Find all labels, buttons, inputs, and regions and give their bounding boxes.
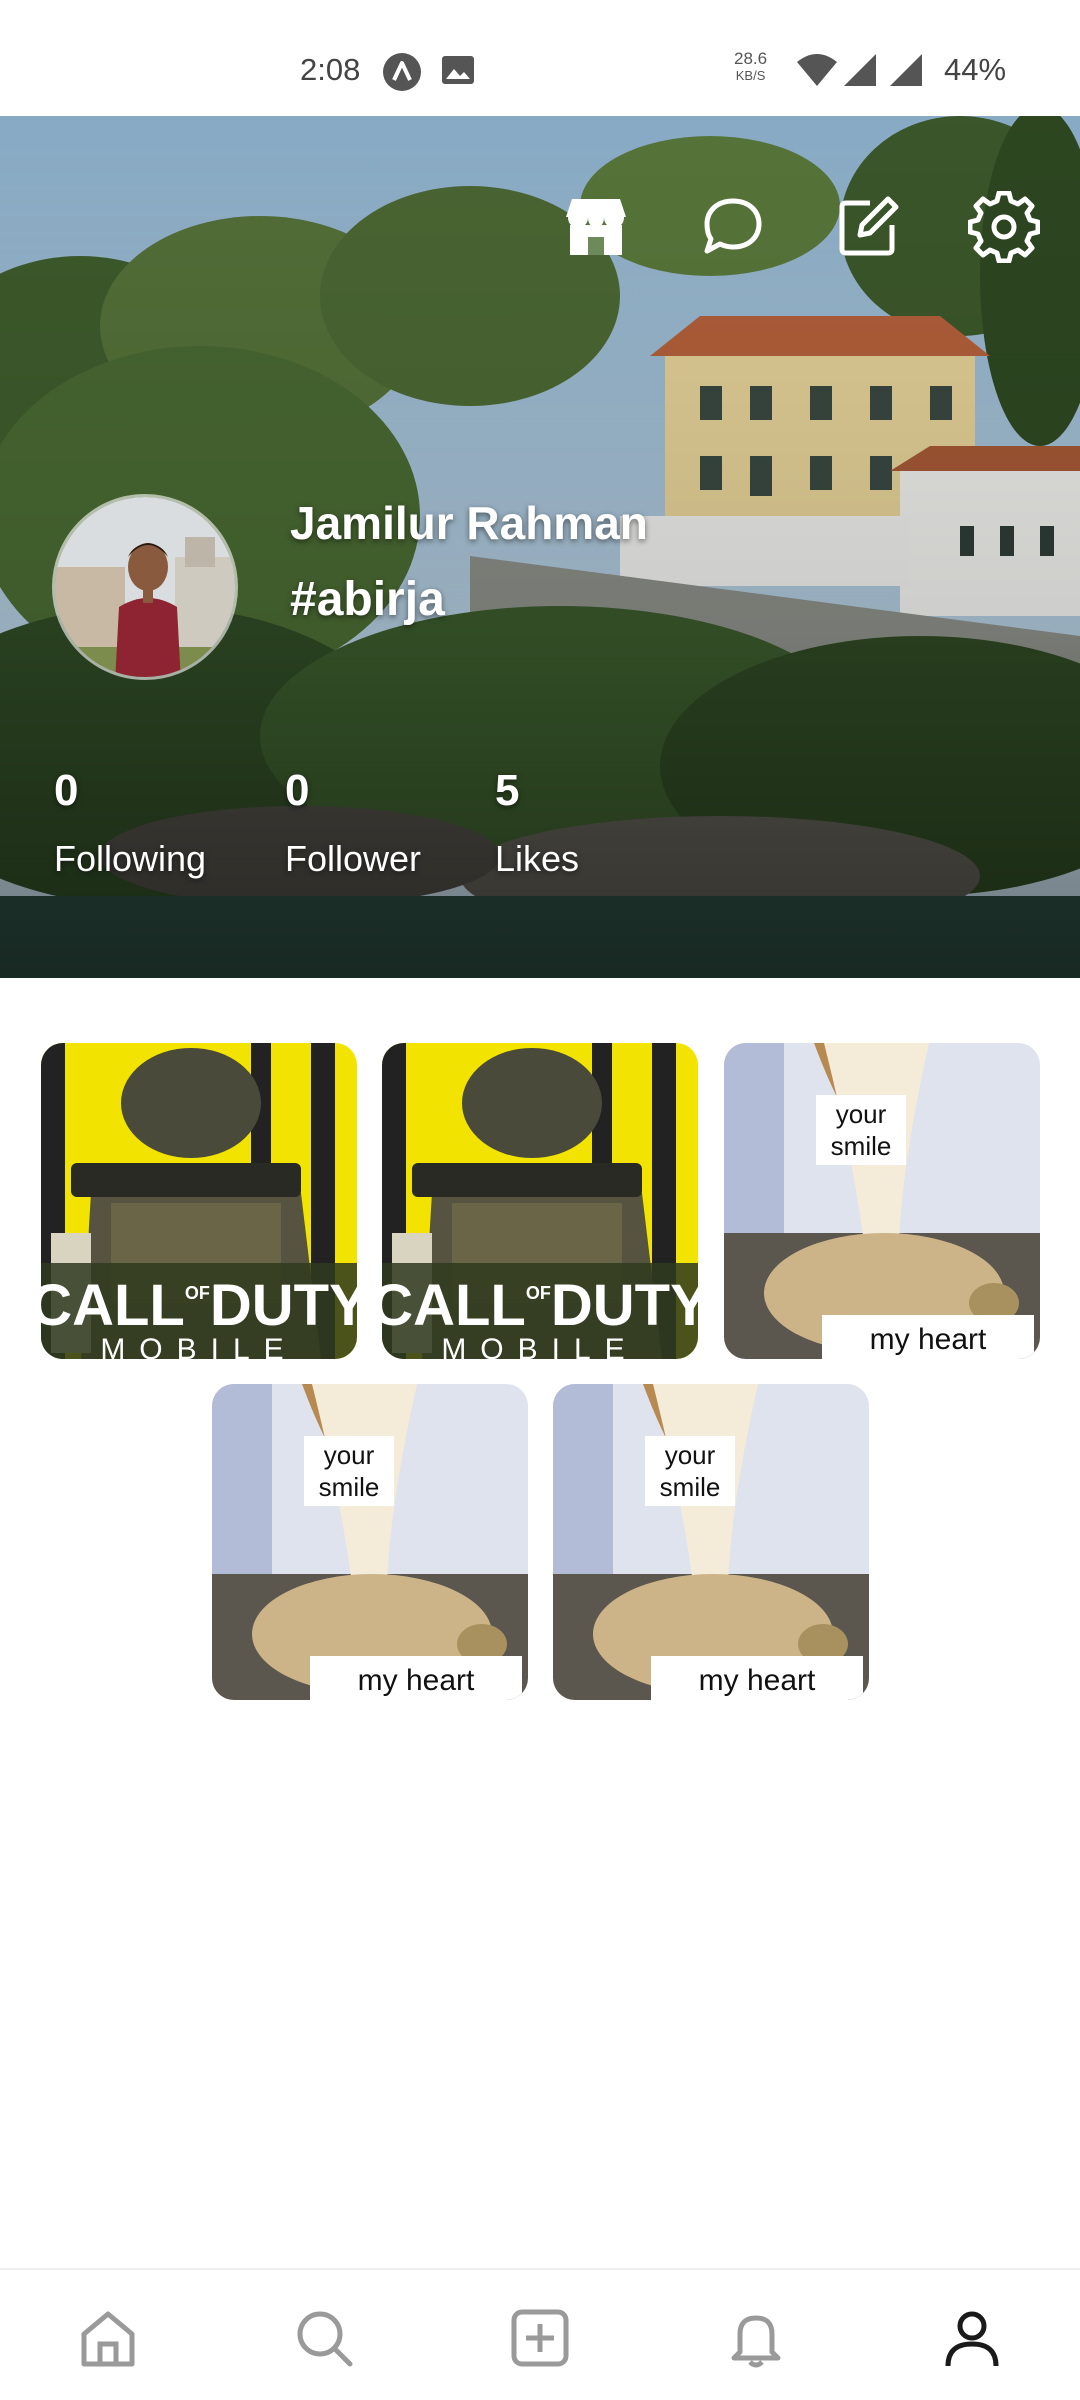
post-thumbnail[interactable]: CALLOFDUTY MOBILE xyxy=(41,1043,357,1359)
chat-icon[interactable] xyxy=(697,191,769,263)
profile-name: Jamilur Rahman xyxy=(290,497,648,549)
svg-text:smile: smile xyxy=(831,1131,892,1161)
call-of-duty-image: CALLOFDUTY MOBILE xyxy=(41,1043,357,1359)
profile-icon[interactable] xyxy=(940,2306,1004,2370)
call-of-duty-image: CALLOFDUTY MOBILE xyxy=(382,1043,698,1359)
status-time: 2:08 xyxy=(300,52,361,87)
post-subtitle: MOBILE xyxy=(100,1333,297,1359)
battery-percentage: 44% xyxy=(944,52,1007,87)
meme-image: your smile my heart xyxy=(553,1384,869,1700)
meme-top-text: your xyxy=(836,1099,887,1129)
stat-likes[interactable]: 5 Likes xyxy=(495,766,579,880)
likes-count: 5 xyxy=(495,766,520,815)
search-icon[interactable] xyxy=(292,2306,356,2370)
post-thumbnail[interactable]: your smile my heart xyxy=(553,1384,869,1700)
post-subtitle: MOBILE xyxy=(441,1333,638,1359)
meme-bottom-text: my heart xyxy=(358,1664,475,1697)
post-thumbnail[interactable]: CALLOFDUTY MOBILE xyxy=(382,1043,698,1359)
stat-following[interactable]: 0 Following xyxy=(54,766,206,880)
signal-icon xyxy=(842,52,878,93)
network-speed-unit: KB/S xyxy=(735,68,766,83)
avatar[interactable] xyxy=(52,494,238,680)
meme-bottom-text: my heart xyxy=(870,1323,987,1356)
likes-label: Likes xyxy=(495,838,580,879)
profile-header: Jamilur Rahman #abirja 0 Following 0 Fol… xyxy=(0,116,1080,978)
meme-image: your smile my heart xyxy=(212,1384,528,1700)
meme-bottom-text: my heart xyxy=(699,1664,816,1697)
edit-icon[interactable] xyxy=(832,191,904,263)
app-notification-icon xyxy=(382,52,422,97)
network-speed: 28.6 KB/S xyxy=(734,50,767,84)
bottom-navigation xyxy=(0,2268,1080,2400)
image-notification-icon xyxy=(440,52,476,93)
network-speed-value: 28.6 xyxy=(734,49,768,68)
meme-image: your smile my heart xyxy=(724,1043,1040,1359)
home-icon[interactable] xyxy=(76,2306,140,2370)
signal-icon xyxy=(888,52,924,93)
profile-handle: #abirja xyxy=(290,573,445,626)
add-post-icon[interactable] xyxy=(508,2306,572,2370)
follower-count: 0 xyxy=(285,766,310,815)
post-thumbnail[interactable]: your smile my heart xyxy=(724,1043,1040,1359)
stat-follower[interactable]: 0 Follower xyxy=(285,766,421,880)
svg-text:smile: smile xyxy=(660,1472,721,1502)
meme-top-text: your xyxy=(324,1440,375,1470)
following-count: 0 xyxy=(54,766,79,815)
following-label: Following xyxy=(54,838,207,879)
notifications-icon[interactable] xyxy=(724,2306,788,2370)
status-bar: 2:08 28.6 KB/S 44% xyxy=(0,0,1080,116)
wifi-icon xyxy=(796,52,838,93)
svg-text:smile: smile xyxy=(319,1472,380,1502)
meme-top-text: your xyxy=(665,1440,716,1470)
settings-icon[interactable] xyxy=(967,190,1041,264)
store-icon[interactable] xyxy=(560,191,632,263)
follower-label: Follower xyxy=(285,838,422,879)
post-thumbnail[interactable]: your smile my heart xyxy=(212,1384,528,1700)
